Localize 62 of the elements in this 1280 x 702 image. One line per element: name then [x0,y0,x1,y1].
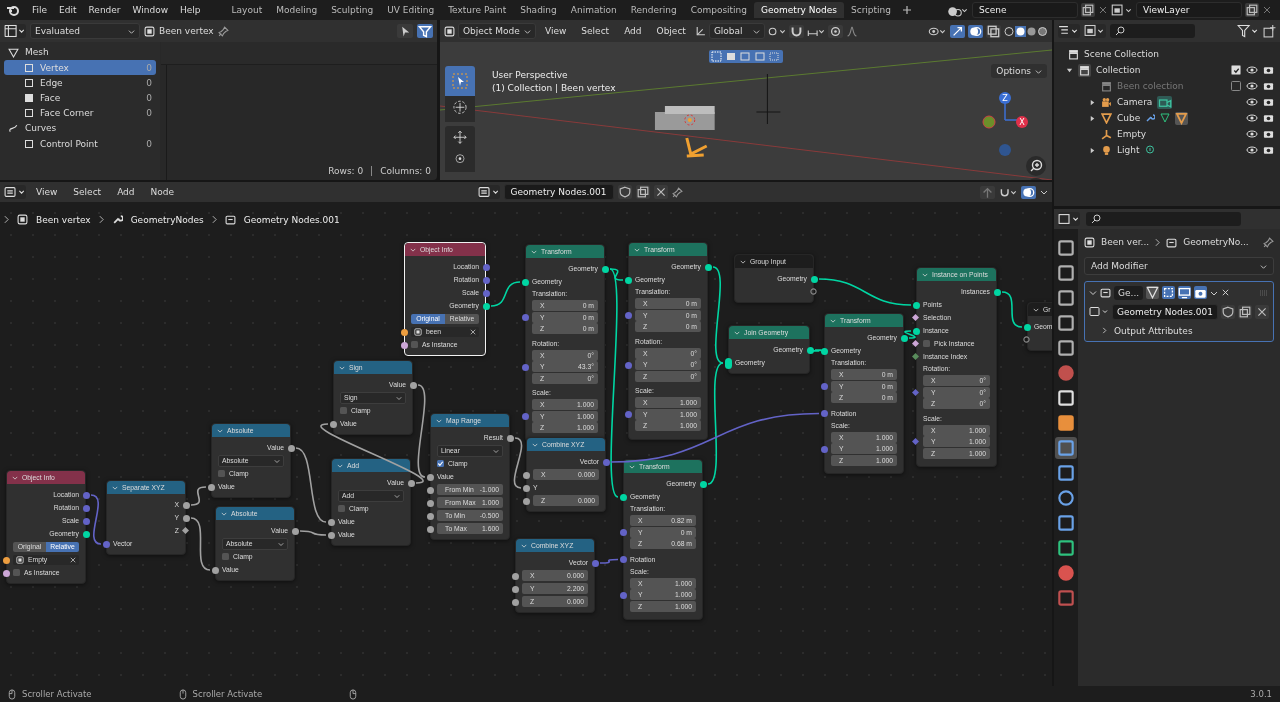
outliner-item[interactable]: Light [1117,145,1140,155]
menu-item[interactable]: Edit [53,5,83,15]
modifier-name-field[interactable]: Ge... [1114,285,1144,300]
domain-item[interactable]: Face 0 [4,90,156,105]
menu-item[interactable]: View [539,26,573,36]
object-name: Been vertex [159,26,214,36]
workspace-tab[interactable]: Shading [513,2,564,18]
outliner-item[interactable]: Camera [1117,97,1153,107]
breadcrumb[interactable]: GeometryNodes [130,214,204,225]
workspace-tab[interactable]: Layout [224,2,270,18]
status-hint: Scroller Activate [192,689,263,699]
output-attributes-section[interactable]: Output Attributes [1089,323,1269,338]
menu-item[interactable]: Object [650,26,692,36]
menu-item[interactable]: Select [67,187,108,197]
evaluation-dropdown[interactable]: Evaluated [30,23,140,39]
menu-item[interactable]: Node [144,187,181,197]
menu-item[interactable]: Help [174,5,207,15]
group-label: Mesh [25,47,49,57]
domain-item[interactable]: Vertex 0 [4,60,156,75]
outliner-item[interactable]: Scene Collection [1084,49,1159,59]
workspace-tab[interactable]: Rendering [623,2,684,18]
outliner-item[interactable]: Collection [1096,65,1141,75]
workspace-tab[interactable]: Sculpting [324,2,381,18]
status-hint: Scroller Activate [22,689,92,699]
menu-item[interactable]: Render [82,5,127,15]
view-layer-field[interactable]: ViewLayer [1136,2,1242,18]
workspace-tab[interactable]: Geometry Nodes [754,2,844,18]
breadcrumb[interactable]: Geometry Nodes.001 [243,214,340,225]
group-label: Curves [25,123,57,133]
add-modifier-dropdown[interactable]: Add Modifier [1084,257,1274,275]
menu-item[interactable]: File [26,5,54,15]
domain-item[interactable]: Face Corner 0 [4,105,156,120]
breadcrumb[interactable]: Been ver... [1101,237,1150,247]
domain-item[interactable]: Control Point 0 [4,136,156,151]
mode-dropdown[interactable]: Object Mode [458,23,536,39]
outliner-item[interactable]: Empty [1117,129,1147,139]
node-tree-field[interactable]: Geometry Nodes.001 [503,184,614,200]
workspace-tab[interactable]: UV Editing [380,2,442,18]
breadcrumb[interactable]: Been vertex [36,214,91,225]
breadcrumb[interactable]: GeometryNo... [1183,237,1249,247]
node-tree-field[interactable]: Geometry Nodes.001 [1112,303,1218,320]
viewport-info: User Perspective [492,70,569,80]
menu-item[interactable]: View [30,187,64,197]
workspace-tab[interactable]: Compositing [683,2,755,18]
columns-count: Columns: 0 [380,166,431,176]
version-label: 3.0.1 [1250,689,1272,699]
orientation-dropdown[interactable]: Global [708,23,765,39]
workspace-tab[interactable]: Texture Paint [441,2,514,18]
axis-gizmo-drawing[interactable]: Z X [980,88,1041,160]
options-dropdown[interactable]: Options [991,64,1048,78]
viewport-info: (1) Collection | Been vertex [492,83,616,93]
rows-count: Rows: 0 [328,166,364,176]
menu-item[interactable]: Add [111,187,141,197]
workspace-tab[interactable]: Modeling [269,2,325,18]
workspace-tab[interactable]: Animation [563,2,624,18]
workspace-tab[interactable]: Scripting [843,2,898,18]
menu-item[interactable]: Select [575,26,616,36]
menu-item[interactable]: Add [618,26,648,36]
scene-field[interactable]: Scene [972,2,1078,18]
domain-item[interactable]: Edge 0 [4,75,156,90]
outliner-item[interactable]: Cube [1117,113,1141,123]
menu-item[interactable]: Window [126,5,175,15]
